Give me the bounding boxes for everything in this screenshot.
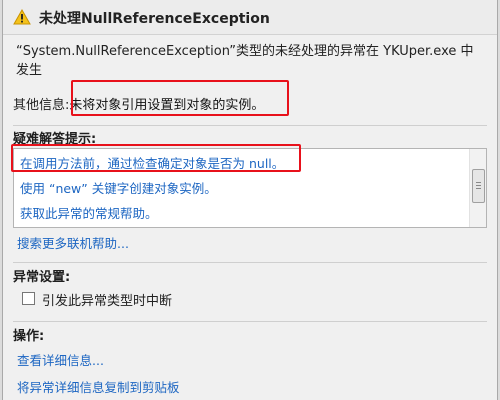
separator — [13, 321, 487, 322]
actions-title: 操作: — [13, 329, 45, 344]
separator — [13, 262, 487, 263]
highlight-box-tip — [11, 144, 301, 172]
grip-line-icon — [476, 182, 481, 183]
tip-link-general-help[interactable]: 获取此异常的常规帮助。 — [20, 203, 158, 222]
exception-description: “System.NullReferenceException”类型的未经处理的异… — [16, 44, 474, 78]
title-bar: 未处理NullReferenceException — [3, 0, 497, 35]
additional-info-label: 其他信息: — [13, 98, 70, 113]
exception-dialog: 未处理NullReferenceException “System.NullRe… — [2, 0, 498, 400]
view-details-link[interactable]: 查看详细信息... — [17, 350, 104, 369]
grip-line-icon — [476, 188, 481, 189]
highlight-box-info — [71, 80, 289, 116]
grip-line-icon — [476, 185, 481, 186]
dialog-title: 未处理NullReferenceException — [39, 11, 270, 27]
exception-settings-title: 异常设置: — [13, 270, 71, 285]
tips-scrollbar[interactable] — [469, 149, 486, 227]
tip-link-new-keyword[interactable]: 使用 “new” 关键字创建对象实例。 — [20, 178, 217, 197]
search-online-help-link[interactable]: 搜索更多联机帮助... — [17, 233, 129, 252]
break-on-exception-checkbox[interactable] — [22, 292, 35, 305]
warning-icon — [13, 9, 31, 25]
break-on-exception-label[interactable]: 引发此异常类型时中断 — [42, 290, 172, 309]
copy-details-link[interactable]: 将异常详细信息复制到剪贴板 — [17, 377, 180, 396]
separator — [13, 125, 487, 126]
scrollbar-thumb[interactable] — [472, 169, 485, 203]
